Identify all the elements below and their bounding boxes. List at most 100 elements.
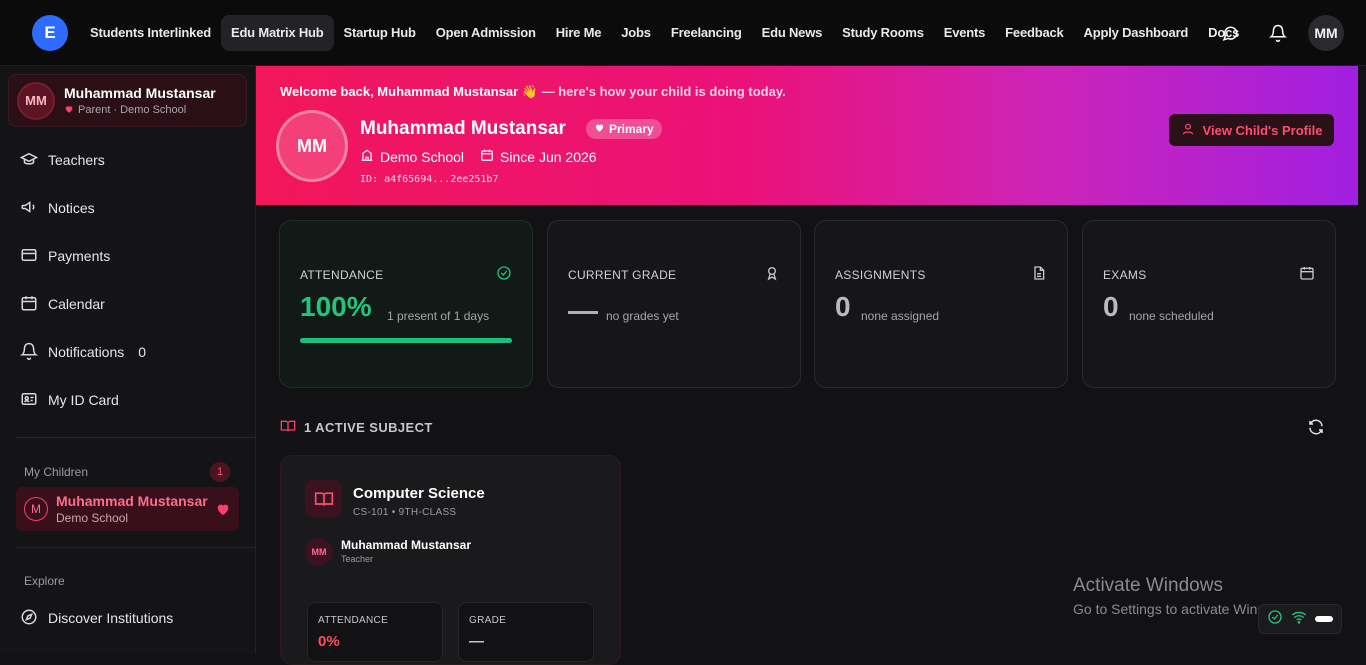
subject-code: CS-101 • 9TH-CLASS <box>353 507 457 518</box>
user-icon <box>1181 122 1195 139</box>
sidebar-item-discover-institutions[interactable]: Discover Institutions <box>20 603 173 633</box>
heart-icon <box>64 104 74 117</box>
user-avatar[interactable]: MM <box>1308 15 1344 51</box>
main-nav: Students Interlinked Edu Matrix Hub Star… <box>80 15 1249 51</box>
welcome-hero: Welcome back, Muhammad Mustansar 👋 — her… <box>256 66 1358 205</box>
subject-grade-value: — <box>469 633 484 650</box>
primary-badge-label: Primary <box>609 122 654 136</box>
stat-label: ASSIGNMENTS <box>835 268 926 282</box>
mini-label: ATTENDANCE <box>318 615 389 626</box>
sidebar-item-calendar[interactable]: Calendar <box>20 289 105 319</box>
sidebar-item-payments[interactable]: Payments <box>20 241 110 271</box>
mini-label: GRADE <box>469 615 507 626</box>
nav-edu-matrix-hub[interactable]: Edu Matrix Hub <box>220 15 334 51</box>
nav-feedback[interactable]: Feedback <box>995 15 1073 51</box>
heart-icon <box>215 501 231 522</box>
refresh-icon[interactable] <box>1307 418 1325 441</box>
attendance-progress <box>300 338 512 343</box>
sidebar-item-id-card[interactable]: My ID Card <box>20 385 119 415</box>
book-icon <box>305 480 342 517</box>
child-school: Demo School <box>56 511 129 525</box>
welcome-tail: — here's how your child is doing today. <box>541 84 786 99</box>
sidebar-user-card[interactable]: MM Muhammad Mustansar Parent · Demo Scho… <box>8 74 247 127</box>
nav-hire-me[interactable]: Hire Me <box>546 15 612 51</box>
users-icon <box>19 150 39 171</box>
sidebar: MM Muhammad Mustansar Parent · Demo Scho… <box>0 66 256 654</box>
exams-sub: none scheduled <box>1129 309 1214 323</box>
megaphone-icon <box>20 198 38 219</box>
nav-apply-dashboard[interactable]: Apply Dashboard <box>1074 15 1199 51</box>
stat-label: ATTENDANCE <box>300 268 384 282</box>
system-tray[interactable] <box>1258 604 1342 634</box>
nav-students-interlinked[interactable]: Students Interlinked <box>80 15 221 51</box>
teacher-name: Muhammad Mustansar <box>341 538 472 552</box>
user-role-text: Parent · Demo School <box>78 104 187 116</box>
exams-value: 0 <box>1103 291 1119 322</box>
assignments-value: 0 <box>835 291 851 322</box>
teacher-role: Teacher <box>341 554 374 564</box>
nav-jobs[interactable]: Jobs <box>611 15 661 51</box>
document-icon <box>1031 265 1047 286</box>
subjects-heading-text: 1 ACTIVE SUBJECT <box>304 420 433 435</box>
nav-startup-hub[interactable]: Startup Hub <box>334 15 426 51</box>
check-circle-icon <box>1267 609 1283 630</box>
explore-heading: Explore <box>24 574 65 588</box>
child-item[interactable]: M Muhammad Mustansar Demo School <box>16 487 239 531</box>
subject-attendance-value: 0% <box>318 633 340 650</box>
grade-sub: no grades yet <box>606 309 679 323</box>
assignments-sub: none assigned <box>861 309 940 323</box>
notification-count: 0 <box>138 344 147 360</box>
attendance-progress-fill <box>300 338 512 343</box>
stat-label: EXAMS <box>1103 268 1147 282</box>
sidebar-item-label: Teachers <box>48 152 105 168</box>
subject-card[interactable]: Computer Science CS-101 • 9TH-CLASS MM M… <box>280 455 621 665</box>
school-name: Demo School <box>380 148 465 165</box>
bell-icon[interactable] <box>1254 15 1302 51</box>
nav-study-rooms[interactable]: Study Rooms <box>832 15 934 51</box>
attendance-value: 100% <box>300 291 372 322</box>
compass-icon <box>20 608 38 629</box>
subject-attendance-box: ATTENDANCE 0% <box>307 602 443 662</box>
nav-events[interactable]: Events <box>934 15 995 51</box>
battery-icon <box>1315 616 1333 622</box>
nav-freelancing[interactable]: Freelancing <box>661 15 752 51</box>
app-logo[interactable]: E <box>32 15 68 51</box>
subject-title: Computer Science <box>353 485 485 502</box>
welcome-greeting: Welcome back, Muhammad Mustansar 👋 <box>280 84 538 99</box>
bell-icon <box>19 342 39 363</box>
sidebar-item-teachers[interactable]: Teachers <box>19 145 105 175</box>
nav-open-admission[interactable]: Open Admission <box>426 15 546 51</box>
sidebar-item-label: Notifications <box>48 344 125 360</box>
sidebar-item-label: Notices <box>48 200 95 216</box>
avatar: MM <box>305 538 333 566</box>
check-circle-icon <box>496 265 512 286</box>
since-date: Since Jun 2026 <box>500 148 597 165</box>
current-grade-card: CURRENT GRADE no grades yet <box>547 220 801 388</box>
sidebar-item-notifications[interactable]: Notifications 0 <box>19 337 147 367</box>
calendar-icon <box>480 148 494 165</box>
child-avatar-large: MM <box>276 110 348 182</box>
divider <box>16 437 255 438</box>
subjects-heading: 1 ACTIVE SUBJECT <box>280 418 433 437</box>
view-child-profile-button[interactable]: View Child's Profile <box>1169 114 1334 146</box>
sidebar-item-label: Calendar <box>48 296 105 312</box>
sidebar-item-notices[interactable]: Notices <box>20 193 95 223</box>
wifi-icon <box>1291 609 1307 630</box>
child-meta: Demo School Since Jun 2026 <box>360 148 597 165</box>
user-name: Muhammad Mustansar <box>64 84 216 101</box>
subject-grade-box: GRADE — <box>458 602 594 662</box>
calendar-icon <box>1299 265 1315 286</box>
top-actions: MM <box>1206 15 1344 51</box>
school-icon <box>360 148 374 165</box>
nav-edu-news[interactable]: Edu News <box>752 15 833 51</box>
primary-badge: Primary <box>586 119 662 139</box>
credit-card-icon <box>20 246 38 267</box>
child-id: ID: a4f65694...2ee251b7 <box>360 174 499 185</box>
chat-icon[interactable] <box>1206 15 1254 51</box>
child-avatar: M <box>24 497 48 521</box>
award-icon <box>764 265 780 286</box>
assignments-card: ASSIGNMENTS 0 none assigned <box>814 220 1068 388</box>
calendar-icon <box>20 294 38 315</box>
exams-card: EXAMS 0 none scheduled <box>1082 220 1336 388</box>
top-navbar: E Students Interlinked Edu Matrix Hub St… <box>0 0 1366 66</box>
